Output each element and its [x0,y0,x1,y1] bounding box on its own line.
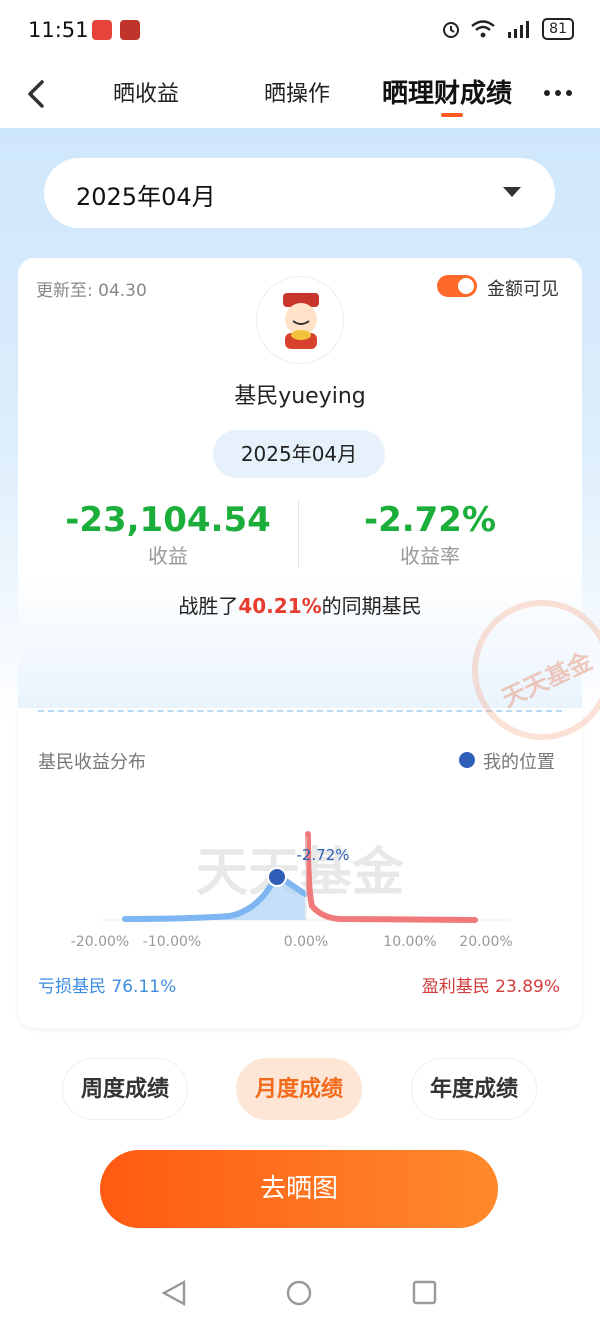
month-selector-value: 2025年04月 [76,183,216,211]
x-axis-ticks: -20.00% -10.00% 0.00% 10.00% 20.00% [71,934,513,950]
distribution-title: 基民收益分布 [38,752,146,773]
gain-investors-label: 盈利基民 23.89% [421,977,560,997]
signal-icon [508,21,530,38]
tab-show-profit[interactable]: 晒收益 [113,76,179,108]
stat-separator [298,500,299,568]
beat-percent: 40.21% [238,594,322,618]
system-nav-bar [161,1279,437,1307]
yearly-performance-button[interactable]: 年度成绩 [411,1058,537,1120]
tab-show-operation[interactable]: 晒操作 [264,76,330,108]
username: 基民yueying [234,384,366,409]
battery-indicator: 81 [542,18,574,40]
month-badge: 2025年04月 [213,430,385,478]
x-tick-label: 10.00% [383,934,436,950]
status-time: 11:51 [28,18,89,42]
my-position-legend-dot [459,752,475,768]
update-info: 更新至: 04.30 [36,281,147,301]
bank-notification-icon [120,20,140,40]
amount-visible-label: 金额可见 [487,279,559,300]
avatar [256,276,344,364]
system-back-icon[interactable] [161,1279,186,1307]
rate-label: 收益率 [400,544,460,568]
month-selector[interactable]: 2025年04月 [44,158,555,228]
back-icon[interactable] [22,76,52,112]
wifi-icon [471,20,495,38]
x-tick-label: 0.00% [284,934,328,950]
dropdown-arrow-icon [503,187,521,197]
rate-value: -2.72% [363,500,497,540]
status-bar: 11:51 81 [0,0,600,62]
my-position-label: -2.72% [296,846,349,864]
alarm-icon [443,22,460,38]
card-divider [38,710,562,712]
app-notification-icon [92,20,112,40]
share-image-button[interactable]: 去晒图 [100,1150,498,1228]
my-position-legend-label: 我的位置 [483,752,555,773]
top-nav: 晒收益 晒操作 晒理财成绩 [0,62,600,128]
profit-label: 收益 [148,544,188,568]
tab-show-performance[interactable]: 晒理财成绩 [382,73,512,110]
x-tick-label: 20.00% [459,934,512,950]
active-tab-indicator [441,113,463,117]
loss-investors-label: 亏损基民 76.11% [38,977,177,997]
x-tick-label: -10.00% [143,934,201,950]
my-position-marker [267,867,287,887]
profit-value: -23,104.54 [65,500,271,540]
system-home-icon[interactable] [286,1280,312,1306]
more-icon[interactable] [544,90,572,96]
distribution-chart: 天天基金 -2.72% -20.00% -10.00% 0.00% 10.00% 20.… [71,831,513,950]
weekly-performance-button[interactable]: 周度成绩 [62,1058,188,1120]
x-tick-label: -20.00% [71,934,129,950]
monthly-performance-button[interactable]: 月度成绩 [236,1058,362,1120]
status-indicators: 81 [440,18,574,40]
system-recents-icon[interactable] [412,1280,437,1305]
amount-visible-toggle[interactable] [437,275,477,297]
